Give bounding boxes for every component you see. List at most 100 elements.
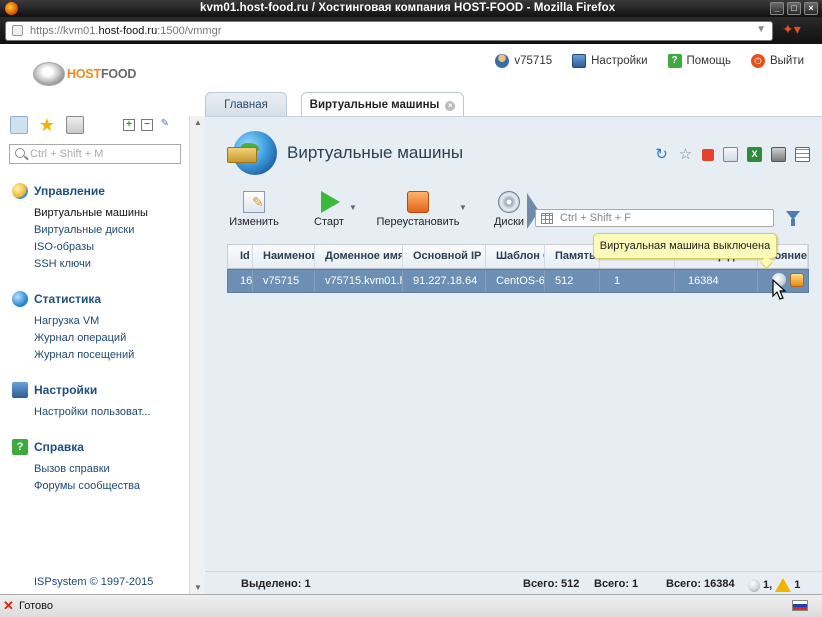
menu-search-input[interactable]: Ctrl + Shift + M [9,144,181,164]
sidebar-heading[interactable]: Статистика [12,291,134,307]
sidebar-heading[interactable]: Настройки [12,382,151,398]
table-footer: Выделено: 1 Всего: 512 Всего: 1 Всего: 1… [205,571,822,595]
disks-button[interactable]: Диски [491,191,527,228]
copy-icon[interactable] [723,147,738,162]
logo-mark-icon [33,62,65,86]
logout-link[interactable]: ⏻ Выйти [750,54,804,68]
sidebar-heading[interactable]: Управление [12,183,148,199]
mouse-cursor-icon [772,279,787,300]
filter-funnel-icon[interactable] [786,211,800,226]
close-window-button[interactable]: × [804,2,818,15]
sidebar-item-operations-log[interactable]: Журнал операций [34,330,134,347]
clipboard-icon[interactable] [66,116,84,134]
maximize-button[interactable]: □ [787,2,801,15]
col-id[interactable]: Id [228,245,253,268]
toolbar: ✎ Изменить Старт ▼ Переустановить ▼ Диск… [227,191,807,233]
pin-icon[interactable]: ✎ [159,119,171,131]
scroll-down-icon[interactable]: ▼ [194,583,202,592]
firefox-icon[interactable] [5,2,18,15]
page-title: Виртуальные машины [287,143,464,162]
cell-memory: 512 [546,270,600,292]
table-row[interactable]: 16 v75715 v75715.kvm01.host-food.ru 91.2… [227,269,809,293]
stop-icon[interactable] [702,149,714,161]
tab-bar: Главная Виртуальные машины × [205,92,822,116]
stop-loading-icon[interactable]: ✕ [3,598,14,614]
tab-virtual-machines[interactable]: Виртуальные машины × [301,92,464,116]
cell-domain: v75715.kvm01.host-food.ru [316,270,403,292]
sidebar-item-ssh-keys[interactable]: SSH ключи [34,256,148,273]
tab-home[interactable]: Главная [205,92,287,116]
scroll-up-icon[interactable]: ▲ [194,118,202,127]
sidebar-section-help: ? Справка Вызов справки Форумы сообществ… [12,439,140,495]
col-ip[interactable]: Основной IP [404,245,486,268]
main-panel: Виртуальные машины ↻ ☆ X ✎ Изменить Стар… [205,116,822,595]
sidebar-scrollbar[interactable]: ▲ ▼ [189,116,205,594]
start-button[interactable]: Старт ▼ [307,191,357,228]
tree-view-icon[interactable] [10,116,28,134]
app-header: HOSTFOOD v75715 Настройки ? Помощь ⏻ Вый… [0,44,822,92]
help-link[interactable]: ? Помощь [667,54,731,68]
russian-flag-icon[interactable] [792,600,808,611]
window-titlebar: kvm01.host-food.ru / Хостинговая компани… [0,0,822,17]
sidebar-item-vm-load[interactable]: Нагрузка VM [34,313,134,330]
disks-icon [498,191,520,213]
reinstall-icon [407,191,429,213]
edit-button[interactable]: ✎ Изменить [227,191,281,228]
grid-filter-icon [541,213,553,224]
refresh-icon[interactable]: ↻ [654,147,669,162]
sidebar-item-help-call[interactable]: Вызов справки [34,461,140,478]
sidebar-section-statistics: Статистика Нагрузка VM Журнал операций Ж… [12,291,134,364]
state-tooltip: Виртуальная машина выключена [593,233,777,259]
cell-ip: 91.227.18.64 [404,270,486,292]
vm-status-icon[interactable] [790,273,804,287]
reinstall-button[interactable]: Переустановить ▼ [373,191,467,228]
settings-link[interactable]: Настройки [572,54,648,68]
cell-id: 16 [228,270,253,292]
favorite-star-icon[interactable]: ☆ [678,147,693,162]
sidebar-item-community-forums[interactable]: Форумы сообщества [34,478,140,495]
filter-input[interactable]: Ctrl + Shift + F [535,209,774,227]
url-dropdown-icon[interactable]: ▼ [756,24,766,35]
minimize-button[interactable]: _ [770,2,784,15]
hostfood-logo[interactable]: HOSTFOOD [33,62,136,86]
window-title: kvm01.host-food.ru / Хостинговая компани… [200,2,616,14]
power-icon: ⏻ [750,54,765,68]
sidebar-section-settings: Настройки Настройки пользоват... [12,382,151,421]
url-bar[interactable]: https://kvm01.host-food.ru:1500/vmmgr ▼ [5,21,773,41]
user-menu[interactable]: v75715 [495,54,552,68]
search-icon [15,148,25,158]
col-name[interactable]: Наименование [254,245,315,268]
close-tab-icon[interactable]: × [445,101,456,111]
addon-icon[interactable]: ✦▾ [782,21,812,39]
col-memory[interactable]: Память [546,245,600,268]
statistics-icon [12,291,28,307]
play-icon [321,191,340,213]
col-template[interactable]: Шаблон ОС [487,245,545,268]
col-domain[interactable]: Доменное имя [316,245,403,268]
site-identity-icon[interactable] [12,25,23,36]
url-text: https://kvm01.host-food.ru:1500/vmmgr [30,25,222,37]
stopped-summary: 1, 1 [748,578,800,592]
collapse-all-icon[interactable]: − [141,119,153,131]
cell-disk: 16384 [676,270,758,292]
browser-status-bar: ✕ Готово [0,594,822,617]
sidebar-item-virtual-disks[interactable]: Виртуальные диски [34,222,148,239]
virtual-machines-icon [227,131,277,175]
reinstall-dropdown-icon[interactable]: ▼ [459,203,467,212]
excel-icon[interactable]: X [747,147,762,162]
favorites-star-icon[interactable]: ★ [38,116,56,134]
expand-all-icon[interactable]: + [123,119,135,131]
sidebar-heading[interactable]: ? Справка [12,439,140,455]
settings-icon [572,54,587,68]
table-settings-icon[interactable] [795,147,810,162]
total-memory: Всего: 512 [523,578,580,590]
sidebar-item-iso-images[interactable]: ISO-образы [34,239,148,256]
sidebar-item-visits-log[interactable]: Журнал посещений [34,347,134,364]
sidebar-item-virtual-machines[interactable]: Виртуальные машины [34,205,148,222]
sidebar-item-user-settings[interactable]: Настройки пользоват... [34,404,151,421]
start-dropdown-icon[interactable]: ▼ [349,203,357,212]
print-icon[interactable] [771,147,786,162]
window-controls: _ □ × [770,2,818,15]
browser-status-text: Готово [19,600,53,612]
sidebar: ★ + − ✎ Ctrl + Shift + M Управление Вирт… [0,92,205,594]
